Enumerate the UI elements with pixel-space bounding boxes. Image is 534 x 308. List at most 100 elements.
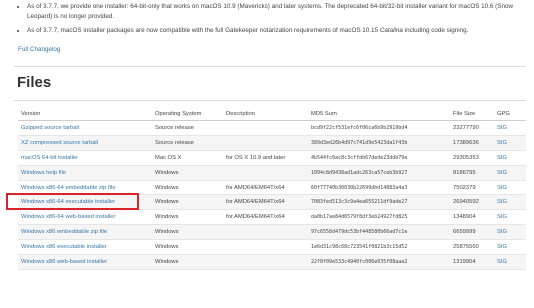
- table-cell-size: 1319904: [450, 254, 494, 270]
- gpg-signature-link[interactable]: SIG: [497, 229, 507, 235]
- files-heading: Files: [17, 74, 52, 91]
- download-link[interactable]: Windows x86 web-based installer: [21, 259, 107, 265]
- table-cell-gpg: SIG: [494, 135, 526, 151]
- table-cell-version: Windows x86-64 web-based installer: [18, 209, 152, 226]
- table-cell-md5: 1094c8d9438ad1adc263ca57ceb3b927: [308, 165, 450, 181]
- md5-cell: bcd9f22cf531efc6f06ca6b9b2919bd4: [311, 124, 408, 131]
- os-cell: Windows: [155, 244, 179, 251]
- download-link[interactable]: Windows help file: [21, 170, 66, 176]
- table-cell-description: for AMD64/EM64T/x64: [223, 180, 308, 196]
- description-cell: for AMD64/EM64T/x64: [226, 214, 285, 221]
- table-cell-os: Mac OS X: [152, 150, 223, 166]
- table-cell-gpg: SIG: [494, 165, 526, 181]
- gpg-signature-link[interactable]: SIG: [497, 259, 507, 265]
- gpg-signature-link[interactable]: SIG: [497, 170, 507, 176]
- table-cell-version: Gzipped source tarball: [18, 120, 152, 136]
- gpg-signature-link[interactable]: SIG: [497, 125, 507, 131]
- column-header-os: Operating System: [152, 108, 223, 121]
- table-cell-gpg: SIG: [494, 239, 526, 256]
- file-size-cell: 23277790: [453, 124, 479, 131]
- table-cell-gpg: SIG: [494, 224, 526, 241]
- file-size-cell: 8186795: [453, 169, 476, 176]
- table-cell-md5: bcd9f22cf531efc6f06ca6b9b2919bd4: [308, 120, 450, 136]
- table-row: Windows x86-64 web-based installer Window…: [18, 209, 526, 226]
- table-cell-os: Windows: [152, 180, 223, 196]
- description-cell: for AMD64/EM64T/x64: [226, 199, 285, 206]
- download-link[interactable]: Gzipped source tarball: [21, 125, 79, 131]
- table-cell-description: for OS X 10.9 and later: [223, 150, 308, 166]
- description-cell: for OS X 10.9 and later: [226, 154, 286, 161]
- table-row: macOS 64-bit installer Mac OS X for OS X 1…: [18, 150, 526, 166]
- table-cell-version: Windows x86 web-based installer: [18, 254, 152, 270]
- column-header-gpg: GPG: [494, 108, 526, 121]
- file-size-cell: 26940592: [453, 199, 479, 206]
- md5-cell: 22f8f09e533c4940fc006e035f08aaa2: [311, 258, 408, 265]
- gpg-signature-link[interactable]: SIG: [497, 185, 507, 191]
- note-text: including code signing.: [402, 27, 469, 35]
- table-cell-version: macOS 64-bit installer: [18, 150, 152, 166]
- column-header-size: File Size: [450, 108, 494, 121]
- file-size-cell: 6659999: [453, 229, 476, 236]
- table-cell-gpg: SIG: [494, 120, 526, 136]
- table-cell-size: 7502379: [450, 180, 494, 196]
- full-changelog-link[interactable]: Full Changelog: [18, 46, 60, 53]
- file-size-cell: 17389636: [453, 139, 479, 146]
- gpg-signature-link[interactable]: SIG: [497, 155, 507, 161]
- table-cell-os: Windows: [152, 254, 223, 270]
- table-cell-os: Windows: [152, 224, 223, 241]
- table-cell-os: Windows: [152, 165, 223, 181]
- md5-cell: 1094c8d9438ad1adc263ca57ceb3b927: [311, 169, 408, 176]
- table-cell-os: Windows: [152, 194, 223, 211]
- table-cell-md5: 60f77740b30030b22699dbd14883a4a3: [308, 180, 450, 196]
- table-cell-size: 6659999: [450, 224, 494, 241]
- table-cell-os: Windows: [152, 239, 223, 256]
- table-cell-gpg: SIG: [494, 254, 526, 270]
- os-cell: Windows: [155, 199, 179, 206]
- table-cell-os: Source release: [152, 135, 223, 151]
- table-cell-md5: da0b17ae84d6579f8df3eb24927fd825: [308, 209, 450, 226]
- table-cell-size: 26940592: [450, 194, 494, 211]
- table-cell-size: 17389636: [450, 135, 494, 151]
- os-cell: Windows: [155, 258, 179, 265]
- gpg-signature-link[interactable]: SIG: [497, 140, 507, 146]
- note-item: As of 3.7.7, macOS installer packages ar…: [27, 26, 530, 36]
- gpg-signature-link[interactable]: SIG: [497, 199, 507, 205]
- download-link[interactable]: Windows x86 embeddable zip file: [21, 229, 107, 235]
- table-row: Windows x86 embeddable zip file Windows 97…: [18, 224, 526, 241]
- table-cell-description: [223, 224, 308, 241]
- table-cell-md5: 389d3ed26b4d97c741d9e5423da1f43b: [308, 135, 450, 151]
- os-cell: Windows: [155, 229, 179, 236]
- file-size-cell: 1348904: [453, 214, 476, 221]
- release-notes: As of 3.7.7, we provide one installer: 6…: [18, 0, 530, 41]
- os-cell: Source release: [155, 139, 194, 146]
- table-cell-description: for AMD64/EM64T/x64: [223, 194, 308, 211]
- table-row: Windows x86 web-based installer Windows 22…: [18, 254, 526, 270]
- gpg-signature-link[interactable]: SIG: [497, 244, 507, 250]
- os-cell: Windows: [155, 169, 179, 176]
- download-link[interactable]: Windows x86 executable installer: [21, 244, 107, 250]
- table-cell-md5: 4b544fc0ac8c3cffdb67dede23ddb79e: [308, 150, 450, 166]
- table-cell-version: XZ compressed source tarball: [18, 135, 152, 151]
- table-cell-description: [223, 135, 308, 151]
- md5-cell: 60f77740b30030b22699dbd14883a4a3: [311, 184, 408, 191]
- md5-cell: 389d3ed26b4d97c741d9e5423da1f43b: [311, 139, 408, 146]
- table-row: XZ compressed source tarball Source relea…: [18, 135, 526, 151]
- download-link[interactable]: macOS 64-bit installer: [21, 155, 78, 161]
- table-cell-md5: 1e6d31c98c68c723541f0821b3c15d52: [308, 239, 450, 256]
- file-size-cell: 7502379: [453, 184, 476, 191]
- table-cell-os: Source release: [152, 120, 223, 136]
- divider: [14, 100, 526, 101]
- table-cell-description: for AMD64/EM64T/x64: [223, 209, 308, 226]
- table-row: Gzipped source tarball Source release bcd9…: [18, 120, 526, 136]
- table-cell-description: [223, 165, 308, 181]
- file-size-cell: 29305353: [453, 154, 479, 161]
- os-cell: Windows: [155, 214, 179, 221]
- table-row: Windows help file Windows 1094c8d9438ad1ad…: [18, 165, 526, 181]
- download-link[interactable]: Windows x86-64 web-based installer: [21, 214, 115, 220]
- table-cell-md5: 22f8f09e533c4940fc006e035f08aaa2: [308, 254, 450, 270]
- gpg-signature-link[interactable]: SIG: [497, 214, 507, 220]
- table-cell-description: [223, 254, 308, 270]
- download-link[interactable]: XZ compressed source tarball: [21, 140, 98, 146]
- download-link[interactable]: Windows x86-64 embeddable zip file: [21, 185, 115, 191]
- table-cell-version: Windows x86 embeddable zip file: [18, 224, 152, 241]
